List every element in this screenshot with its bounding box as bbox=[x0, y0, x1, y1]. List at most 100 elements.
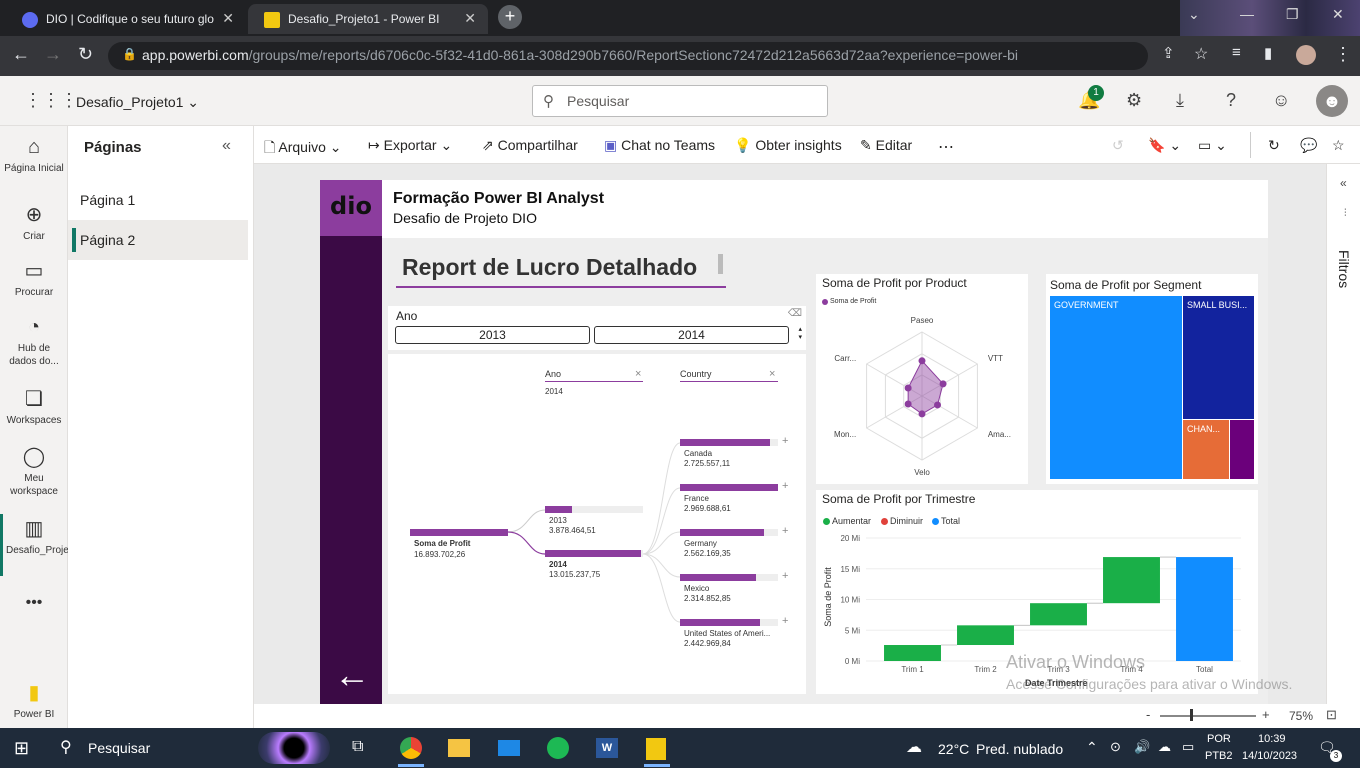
compartilhar-button[interactable]: ⇗ Compartilhar bbox=[482, 137, 578, 154]
task-view-icon[interactable]: ⧉ bbox=[352, 738, 363, 756]
radar-point[interactable] bbox=[904, 400, 912, 408]
zoom-out-icon[interactable]: - bbox=[1146, 707, 1150, 722]
browser-tab-dio[interactable]: DIO | Codifique o seu futuro glo ✕ bbox=[6, 4, 246, 34]
arquivo-button[interactable]: 🗋 Arquivo ⌄ bbox=[264, 137, 341, 161]
feedback-icon[interactable]: ☺ bbox=[1272, 90, 1290, 111]
media-icon[interactable]: ≡ bbox=[1232, 44, 1241, 61]
refresh-icon[interactable]: ↻ bbox=[1268, 137, 1280, 154]
country-bar-track[interactable] bbox=[680, 439, 778, 446]
rail-home[interactable]: ⌂ Página Inicial bbox=[0, 136, 68, 175]
spotify-taskbar-icon[interactable] bbox=[547, 737, 569, 759]
radar-point[interactable] bbox=[918, 410, 926, 418]
maximize-icon[interactable]: ❐ bbox=[1286, 6, 1299, 23]
minimize-icon[interactable]: — bbox=[1240, 6, 1254, 22]
radar-point[interactable] bbox=[934, 401, 942, 409]
country-bar-track[interactable] bbox=[680, 484, 778, 491]
share-icon[interactable]: ⇪ bbox=[1162, 44, 1175, 62]
help-icon[interactable]: ? bbox=[1226, 90, 1236, 111]
insights-button[interactable]: 💡 Obter insights bbox=[734, 137, 842, 154]
back-arrow-icon[interactable]: ← bbox=[334, 654, 370, 696]
rail-my-workspace[interactable]: ◯ Meu workspace bbox=[0, 446, 68, 498]
windows-start-icon[interactable]: ⊞ bbox=[14, 738, 29, 759]
eraser-icon[interactable]: ⌫ bbox=[788, 308, 802, 319]
settings-icon[interactable]: ⚙ bbox=[1126, 90, 1142, 111]
slicer-option-2013[interactable]: 2013 bbox=[395, 326, 590, 344]
waterfall-bar[interactable] bbox=[1103, 557, 1160, 604]
close-tab-icon[interactable]: ✕ bbox=[222, 10, 234, 27]
sidebar-icon[interactable]: ▮ bbox=[1264, 44, 1272, 62]
treemap-other[interactable] bbox=[1230, 420, 1254, 479]
url-field[interactable]: 🔒 app.powerbi.com/groups/me/reports/d670… bbox=[108, 42, 1148, 70]
tray-chevron-icon[interactable]: ⌃ bbox=[1086, 739, 1098, 756]
chat-teams-button[interactable]: ▣ Chat no Teams bbox=[604, 137, 715, 154]
treemap-small-business[interactable]: SMALL BUSI... bbox=[1183, 296, 1254, 419]
expand-plus-icon[interactable]: + bbox=[782, 480, 788, 492]
onedrive-icon[interactable]: ☁ bbox=[1158, 739, 1171, 755]
tab-search-icon[interactable]: ⌄ bbox=[1188, 6, 1200, 23]
radar-point[interactable] bbox=[918, 357, 926, 365]
download-icon[interactable]: ⤓ bbox=[1176, 90, 1184, 111]
slicer-option-2014[interactable]: 2014 bbox=[594, 326, 789, 344]
volume-icon[interactable]: 🔊 bbox=[1134, 739, 1150, 755]
weather-text[interactable]: Pred. nublado bbox=[976, 741, 1063, 757]
rail-powerbi[interactable]: ▮ Power BI bbox=[0, 682, 68, 721]
expand-plus-icon[interactable]: + bbox=[782, 570, 788, 582]
mail-taskbar-icon[interactable] bbox=[498, 740, 520, 756]
location-icon[interactable]: ⊙ bbox=[1110, 739, 1121, 755]
new-tab-icon[interactable]: + bbox=[498, 5, 522, 29]
rail-create[interactable]: ⊕ Criar bbox=[0, 204, 68, 243]
account-icon[interactable]: ☻ bbox=[1316, 85, 1348, 117]
country-bar-track[interactable] bbox=[680, 529, 778, 536]
clock-time[interactable]: 10:39 bbox=[1258, 733, 1286, 745]
app-launcher-icon[interactable]: ⋮⋮⋮ bbox=[24, 90, 78, 111]
more-options-icon[interactable]: ⋯ bbox=[938, 137, 954, 157]
reset-icon[interactable]: ↺ bbox=[1112, 137, 1124, 154]
fit-page-icon[interactable]: ⊡ bbox=[1326, 707, 1337, 723]
treemap-channel[interactable]: CHAN... bbox=[1183, 420, 1229, 479]
page-item-1[interactable]: Página 1 bbox=[68, 180, 248, 220]
expand-filters-icon[interactable]: « bbox=[1340, 176, 1347, 190]
country-bar-track[interactable] bbox=[680, 574, 778, 581]
view-icon[interactable]: ▭ ⌄ bbox=[1198, 137, 1227, 154]
explorer-taskbar-icon[interactable] bbox=[448, 739, 470, 757]
profile-avatar[interactable] bbox=[1296, 45, 1316, 65]
exportar-button[interactable]: ↦ Exportar ⌄ bbox=[368, 137, 452, 154]
treemap-government[interactable]: GOVERNMENT bbox=[1050, 296, 1182, 479]
weather-temp[interactable]: 22°C bbox=[938, 741, 969, 757]
close-window-icon[interactable]: ✕ bbox=[1332, 6, 1344, 23]
bookmark-star-icon[interactable]: ☆ bbox=[1194, 44, 1208, 64]
expand-plus-icon[interactable]: + bbox=[782, 435, 788, 447]
page-item-2[interactable]: Página 2 bbox=[68, 220, 248, 260]
year-bar-track[interactable] bbox=[545, 550, 643, 557]
expand-plus-icon[interactable]: + bbox=[782, 525, 788, 537]
comment-icon[interactable]: 💬 bbox=[1300, 137, 1317, 154]
rail-more-icon[interactable]: ••• bbox=[0, 595, 68, 611]
keyboard-layout[interactable]: PTB2 bbox=[1205, 750, 1233, 762]
reload-icon[interactable]: ↻ bbox=[78, 44, 93, 65]
network-icon[interactable]: ▭ bbox=[1182, 739, 1194, 755]
powerbi-taskbar-icon[interactable] bbox=[646, 738, 666, 760]
rail-current-report[interactable]: ▥ Desafio_Projeto1 bbox=[0, 518, 83, 557]
collapse-pane-icon[interactable]: « bbox=[222, 137, 231, 155]
filters-pane[interactable] bbox=[1326, 164, 1360, 704]
report-name-dropdown[interactable]: Desafio_Projeto1 ⌄ bbox=[76, 94, 199, 111]
close-tab-icon[interactable]: ✕ bbox=[464, 10, 476, 27]
zoom-handle[interactable] bbox=[1190, 709, 1193, 721]
waterfall-bar[interactable] bbox=[1176, 557, 1233, 661]
zoom-in-icon[interactable]: + bbox=[1262, 707, 1270, 722]
browser-tab-powerbi[interactable]: Desafio_Projeto1 - Power BI ✕ bbox=[248, 4, 488, 34]
language-indicator[interactable]: POR bbox=[1207, 733, 1231, 745]
favorite-icon[interactable]: ☆ bbox=[1332, 137, 1345, 154]
waterfall-bar[interactable] bbox=[884, 645, 941, 661]
rail-workspaces[interactable]: ❏ Workspaces bbox=[0, 388, 68, 427]
rail-data-hub[interactable]: ◔ Hub de dados do... bbox=[0, 316, 68, 368]
root-bar[interactable] bbox=[410, 529, 508, 536]
expand-plus-icon[interactable]: + bbox=[782, 615, 788, 627]
forward-icon[interactable]: → bbox=[44, 44, 62, 65]
word-taskbar-icon[interactable]: W bbox=[596, 738, 618, 758]
scroll-arrows-icon[interactable]: ▴ ▾ bbox=[798, 326, 802, 342]
radar-point[interactable] bbox=[939, 380, 947, 388]
waterfall-bar[interactable] bbox=[957, 625, 1014, 646]
year-bar-track[interactable] bbox=[545, 506, 643, 513]
editar-button[interactable]: ✎ Editar bbox=[860, 137, 912, 154]
